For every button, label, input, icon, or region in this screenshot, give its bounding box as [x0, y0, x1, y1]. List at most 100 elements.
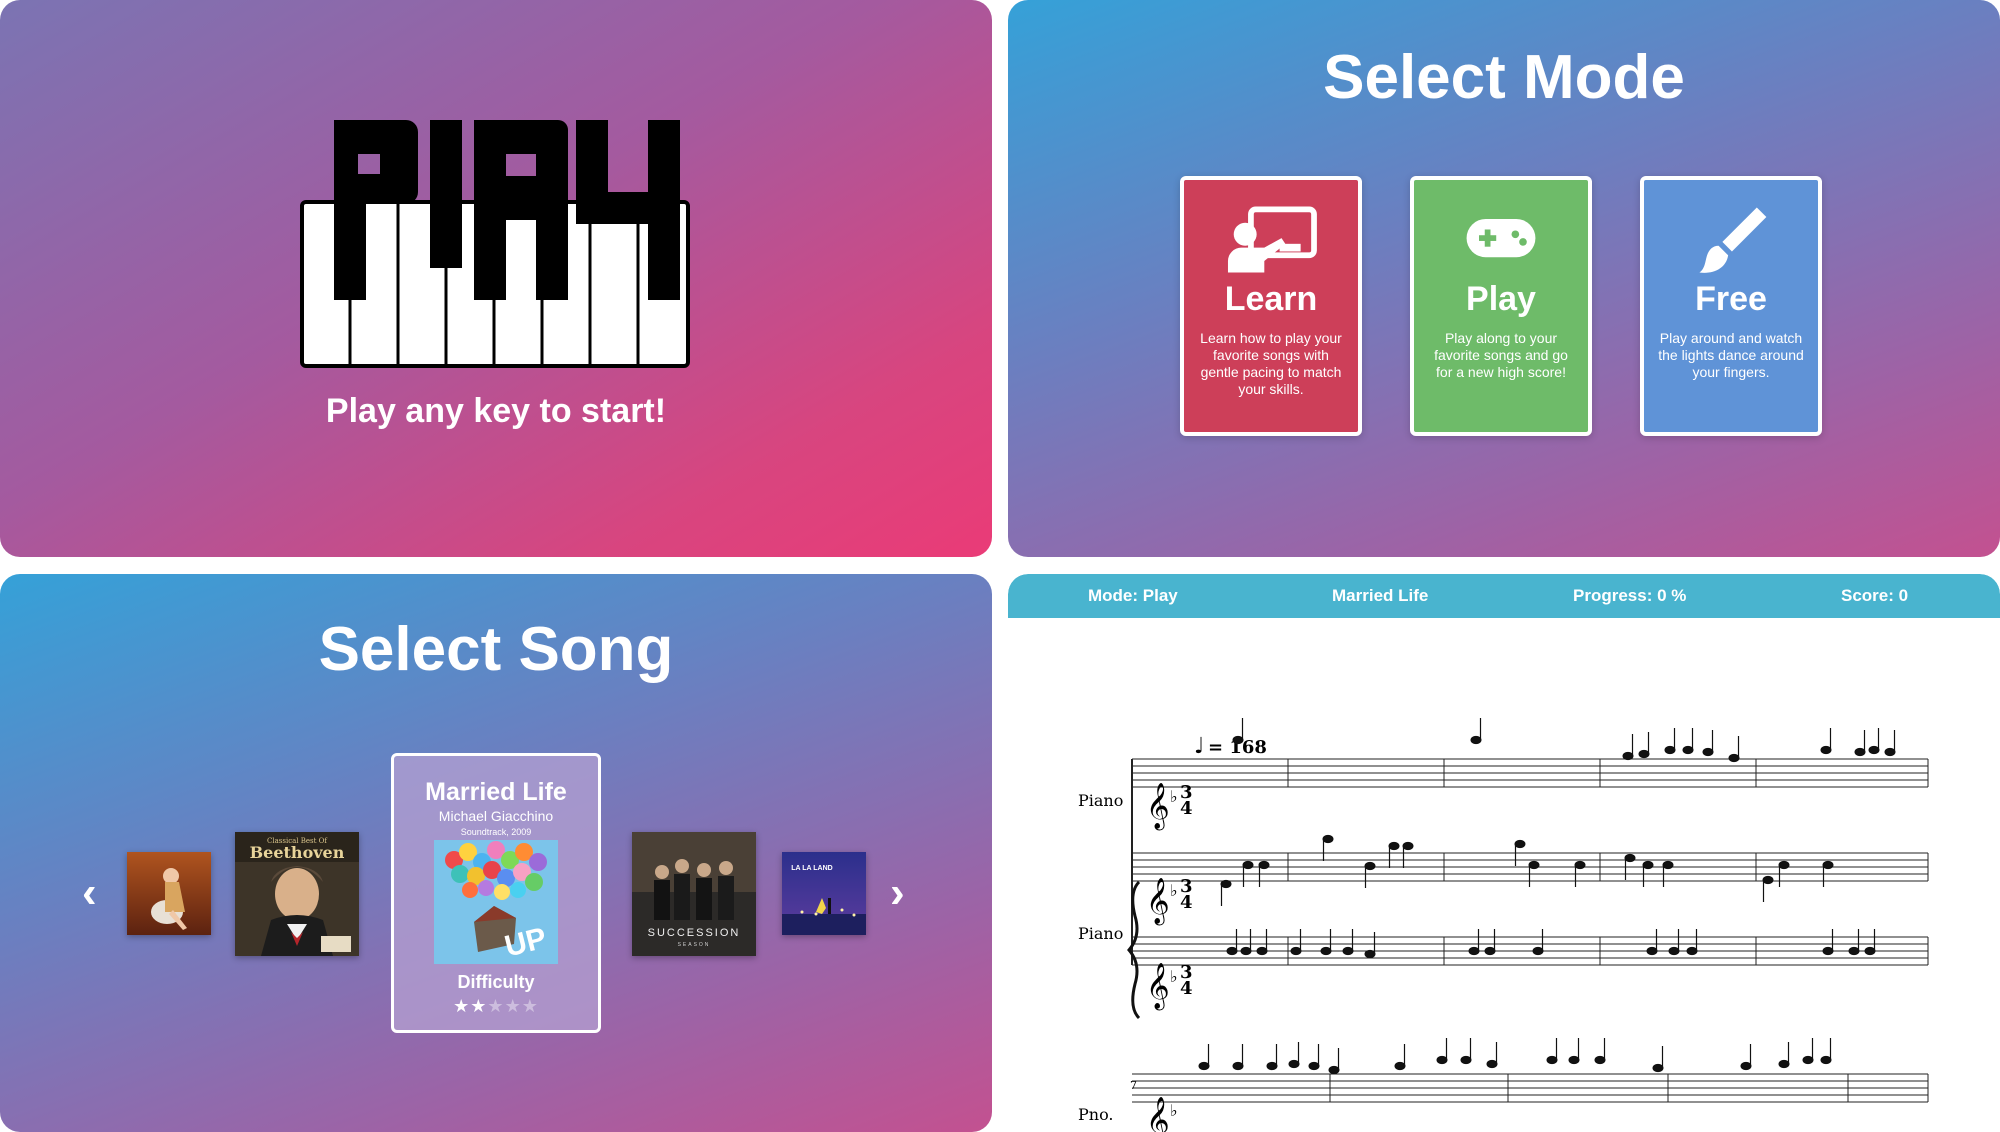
mode-indicator: Mode: Play [1088, 586, 1178, 605]
mode-select-panel: Select Mode Learn Learn how to play your… [1008, 0, 2000, 557]
teacher-board-icon [1227, 206, 1317, 273]
flat-icon: ♭ [1170, 1101, 1178, 1120]
star-icon: ★ [504, 996, 522, 1016]
album-cover[interactable]: Classical Best Of Beethoven [235, 832, 359, 956]
play-mode-title: Play [1466, 280, 1536, 318]
note-head [1822, 860, 1834, 870]
song-name-indicator: Married Life [1332, 586, 1429, 605]
note-head [1528, 860, 1540, 870]
staff-label: Piano [1078, 791, 1123, 810]
note-head [1484, 946, 1496, 956]
staff-label: Piano [1078, 924, 1123, 943]
note-head [1848, 946, 1860, 956]
note-head [1778, 1059, 1790, 1069]
difficulty-label: Difficulty [457, 972, 535, 992]
note-head [1546, 1055, 1558, 1065]
note-head [1288, 1059, 1300, 1069]
free-mode-title: Free [1695, 280, 1767, 318]
note-head [1642, 860, 1654, 870]
note-head [1682, 745, 1694, 755]
flat-icon: ♭ [1170, 881, 1178, 900]
note-head [1820, 745, 1832, 755]
note-head [1486, 1059, 1498, 1069]
play-mode-description: Play along to your favorite songs and go… [1434, 330, 1568, 380]
treble-clef-icon: 𝄞 [1146, 878, 1170, 926]
difficulty-stars: ★★★★★ [394, 996, 598, 1017]
note-head [1266, 1061, 1278, 1071]
album-cover[interactable]: LA LA LAND [782, 852, 866, 935]
sheet-music: ♩ = 168 Piano Piano Pno. 7 𝄞 𝄞 𝄞 𝄞 3 4 3… [1078, 718, 1929, 1132]
time-signature: 4 [1180, 978, 1193, 999]
song-select-title: Select Song [318, 615, 674, 684]
note-head [1662, 860, 1674, 870]
note-head [1820, 1055, 1832, 1065]
play-piano-logo [300, 120, 690, 368]
game-panel: Mode: Play Married Life Progress: 0 % Sc… [1008, 574, 2000, 1132]
note-head [1646, 946, 1658, 956]
carousel-prev-arrow[interactable]: ‹ [82, 868, 97, 918]
start-prompt: Play any key to start! [325, 392, 667, 430]
flat-icon: ♭ [1170, 967, 1178, 986]
quarter-note-icon: ♩ [1194, 734, 1204, 759]
note-head [1388, 841, 1400, 851]
flat-icon: ♭ [1170, 787, 1178, 806]
note-head [1854, 747, 1866, 757]
treble-clef-icon: 𝄞 [1146, 963, 1170, 1011]
note-head [1568, 1055, 1580, 1065]
note-head [1258, 860, 1270, 870]
note-head [1232, 1061, 1244, 1071]
note-head [1668, 946, 1680, 956]
paintbrush-icon [1699, 207, 1767, 273]
note-head [1532, 946, 1544, 956]
note-head [1624, 853, 1636, 863]
play-mode-card[interactable]: Play Play along to your favorite songs a… [1410, 176, 1592, 436]
learn-mode-title: Learn [1224, 280, 1318, 318]
note-head [1728, 753, 1740, 763]
progress-indicator: Progress: 0 % [1573, 586, 1687, 605]
note-head [1402, 841, 1414, 851]
album-art: LA LA LAND [782, 852, 866, 935]
gamepad-icon [1466, 218, 1536, 258]
note-head [1460, 1055, 1472, 1065]
note-head [1242, 860, 1254, 870]
time-signature: 4 [1180, 892, 1193, 913]
selected-song-artist: Michael Giacchino [438, 808, 554, 824]
note-head [1394, 1061, 1406, 1071]
treble-clef-icon: 𝄞 [1146, 1097, 1170, 1132]
note-head [1320, 946, 1332, 956]
note-head [1868, 745, 1880, 755]
note-head [1594, 1055, 1606, 1065]
star-icon: ★ [521, 996, 539, 1016]
selected-song-meta: Soundtrack, 2009 [460, 827, 532, 837]
note-head [1622, 751, 1634, 761]
note-head [1762, 875, 1774, 885]
album-cover[interactable] [127, 852, 211, 935]
album-title: LA LA LAND [791, 865, 832, 872]
note-head [1822, 946, 1834, 956]
free-mode-card[interactable]: Free Play around and watch the lights da… [1640, 176, 1822, 436]
game-status-bar: Mode: Play Married Life Progress: 0 % Sc… [1008, 574, 2000, 618]
album-art: Classical Best Of Beethoven [235, 832, 359, 956]
note-head [1220, 879, 1232, 889]
album-cover[interactable]: SUCCESSION SEASON [632, 832, 756, 956]
note-head [1652, 1063, 1664, 1073]
album-art: SUCCESSION SEASON [632, 832, 756, 956]
note-head [1864, 946, 1876, 956]
piano-brace [1127, 880, 1141, 1020]
note-head [1638, 749, 1650, 759]
album-art [127, 852, 211, 935]
note-head [1256, 946, 1268, 956]
mode-select-title: Select Mode [1323, 43, 1685, 112]
note-head [1470, 735, 1482, 745]
learn-mode-card[interactable]: Learn Learn how to play your favorite so… [1180, 176, 1362, 436]
star-icon: ★ [453, 996, 471, 1016]
selected-song-card[interactable]: Married Life Michael Giacchino Soundtrac… [391, 753, 601, 1033]
staff-label: Pno. [1078, 1105, 1114, 1124]
note-head [1778, 860, 1790, 870]
note-head [1226, 946, 1238, 956]
note-head [1740, 1061, 1752, 1071]
note-head [1322, 834, 1334, 844]
note-head [1468, 946, 1480, 956]
album-title: Beethoven [250, 843, 345, 862]
carousel-next-arrow[interactable]: › [890, 868, 905, 918]
